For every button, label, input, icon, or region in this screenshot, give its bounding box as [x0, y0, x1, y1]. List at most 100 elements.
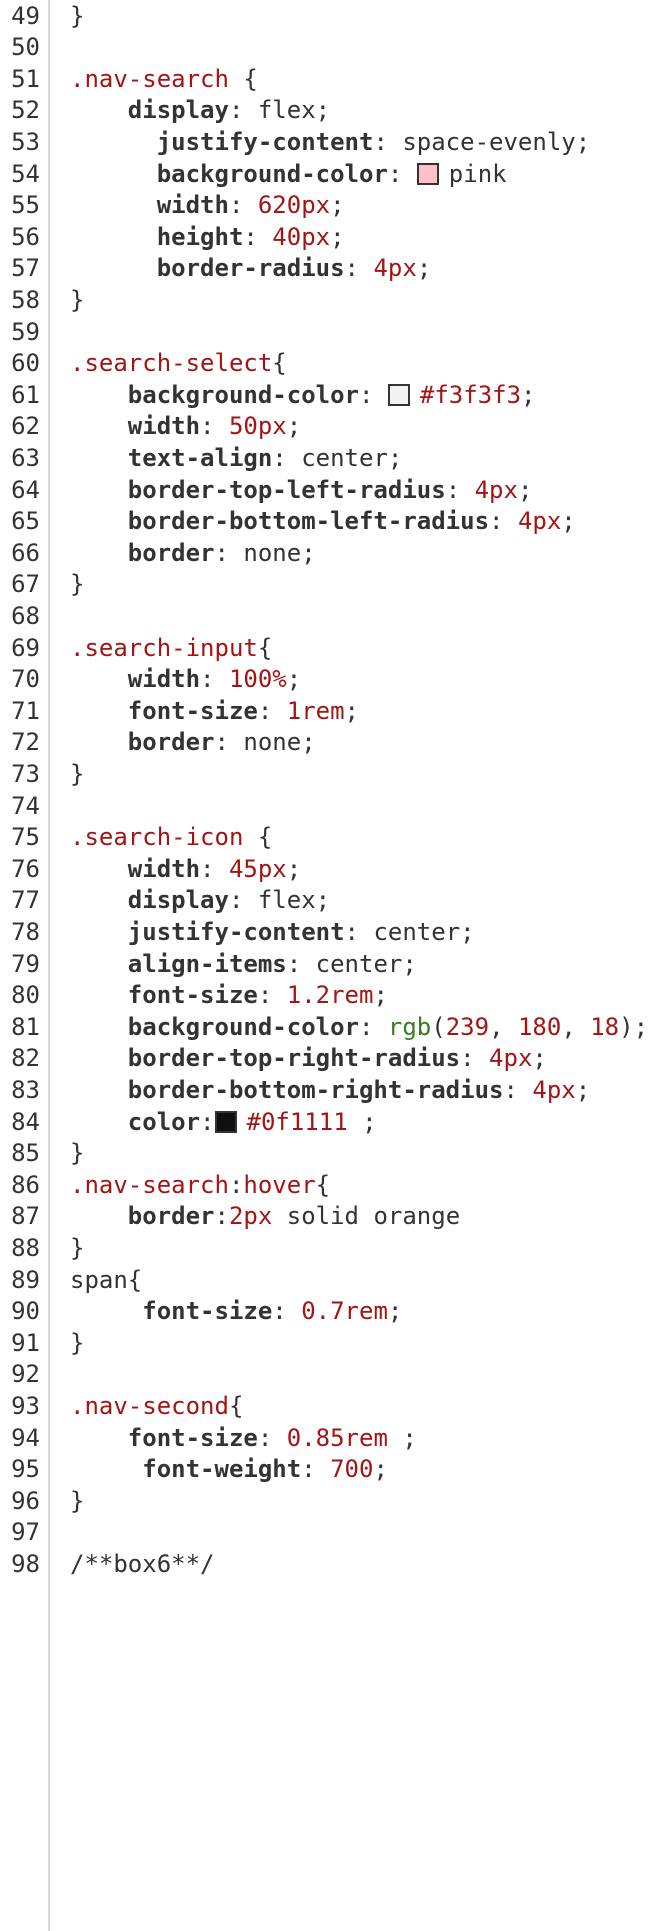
code-token: :: [387, 159, 417, 188]
code-token: background-color: [70, 380, 359, 409]
code-token: ;: [561, 507, 576, 536]
code-token: ;: [286, 665, 302, 694]
code-token: span{: [70, 1265, 143, 1294]
code-token: text-align: [70, 443, 273, 472]
code-token: }: [70, 285, 85, 314]
code-token: 2px: [228, 1202, 273, 1231]
code-token: : none;: [214, 538, 316, 567]
code-token: {: [228, 1391, 244, 1420]
code-token: :: [503, 1075, 533, 1104]
code-token: :: [489, 507, 518, 536]
code-token: ,: [489, 1012, 518, 1041]
code-token: ,: [561, 1012, 591, 1041]
code-token: font-size: [70, 1297, 273, 1326]
code-token: 4px: [489, 1044, 533, 1073]
code-token: #f3f3f3: [419, 380, 522, 409]
code-token: :: [257, 981, 287, 1010]
code-token: }: [70, 1139, 85, 1168]
code-token: {: [257, 633, 273, 662]
code-token: 700: [330, 1455, 374, 1484]
code-token: 40px: [272, 222, 331, 251]
code-token: ;: [330, 191, 345, 220]
code-token: 0.85rem: [286, 1423, 388, 1452]
code-token: font-weight: [70, 1455, 302, 1484]
code-token: 0.7rem: [301, 1297, 388, 1326]
code-token: ;: [373, 1455, 388, 1484]
code-token: : flex;: [228, 96, 331, 125]
code-token: 45px: [228, 854, 287, 883]
code-token: :: [200, 1107, 215, 1136]
code-token: border: [70, 728, 215, 757]
code-token: 180: [517, 1012, 562, 1041]
color-swatch-icon[interactable]: [416, 162, 439, 185]
code-editor[interactable]: 49} 50 51 .nav-search {52 display: flex; 53 …: [0, 0, 659, 1931]
code-token: :: [344, 254, 374, 283]
code-token: border-bottom-right-radius: [70, 1075, 504, 1104]
code-token: hover: [243, 1170, 316, 1199]
code-token: 50px: [228, 412, 287, 441]
code-token: :: [228, 191, 258, 220]
code-token: ;: [532, 1044, 547, 1073]
code-token: font-size: [70, 696, 258, 725]
code-token: {: [228, 64, 258, 93]
code-token: height: [70, 222, 244, 251]
code-token: }: [70, 1, 85, 30]
code-token: .nav-search: [70, 64, 229, 93]
code-text: /**box6**/: [70, 1545, 215, 1584]
code-token: :: [228, 1170, 244, 1199]
code-token: : none;: [214, 728, 316, 757]
code-token: /**box6**/: [70, 1549, 215, 1578]
code-token: width: [70, 665, 201, 694]
code-token: :: [272, 1297, 302, 1326]
code-token: #0f1111: [246, 1107, 348, 1136]
code-token: :: [257, 696, 287, 725]
code-token: font-size: [70, 1423, 258, 1452]
code-token: border-radius: [70, 254, 345, 283]
color-swatch-icon[interactable]: [387, 383, 410, 406]
code-token: {: [315, 1170, 331, 1199]
code-token: 4px: [517, 507, 562, 536]
code-token: pink: [448, 159, 507, 188]
code-token: ;: [517, 475, 533, 504]
code-token: ;: [286, 412, 302, 441]
code-token: }: [70, 1328, 85, 1357]
code-token: align-items: [70, 949, 287, 978]
code-line[interactable]: 98 /**box6**/: [0, 1545, 659, 1584]
code-token: .nav-second: [70, 1391, 229, 1420]
code-token: :: [301, 1455, 331, 1484]
code-token: background-color: [70, 1012, 359, 1041]
code-token: :: [200, 665, 229, 694]
code-token: 4px: [373, 254, 417, 283]
code-token: ;: [416, 254, 432, 283]
code-token: :: [243, 222, 273, 251]
code-token: background-color: [70, 159, 388, 188]
code-token: color: [70, 1107, 201, 1136]
line-number: 98: [11, 1549, 40, 1578]
code-token: }: [70, 570, 85, 599]
code-token: ;: [387, 1423, 417, 1452]
code-token: border-top-right-radius: [70, 1044, 461, 1073]
code-token: display: [70, 96, 229, 125]
code-token: :: [200, 412, 229, 441]
code-token: }: [70, 759, 85, 788]
code-token: .nav-search: [70, 1170, 229, 1199]
code-token: :: [445, 475, 475, 504]
code-token: ;: [373, 981, 388, 1010]
code-token: width: [70, 854, 201, 883]
code-token: (: [431, 1012, 446, 1041]
code-token: : space-evenly;: [373, 127, 591, 156]
code-token: border: [70, 538, 215, 567]
code-token: : center;: [272, 443, 403, 472]
code-token: :: [257, 1423, 287, 1452]
code-token: );: [619, 1012, 649, 1041]
code-token: ;: [575, 1075, 591, 1104]
code-token: display: [70, 886, 229, 915]
code-token: :: [358, 1012, 388, 1041]
code-token: ;: [344, 696, 359, 725]
color-swatch-icon[interactable]: [214, 1110, 237, 1133]
code-token: :: [214, 1202, 229, 1231]
code-token: : center;: [286, 949, 417, 978]
code-token: : center;: [344, 917, 475, 946]
code-token: justify-content: [70, 917, 345, 946]
code-token: }: [70, 1233, 85, 1262]
